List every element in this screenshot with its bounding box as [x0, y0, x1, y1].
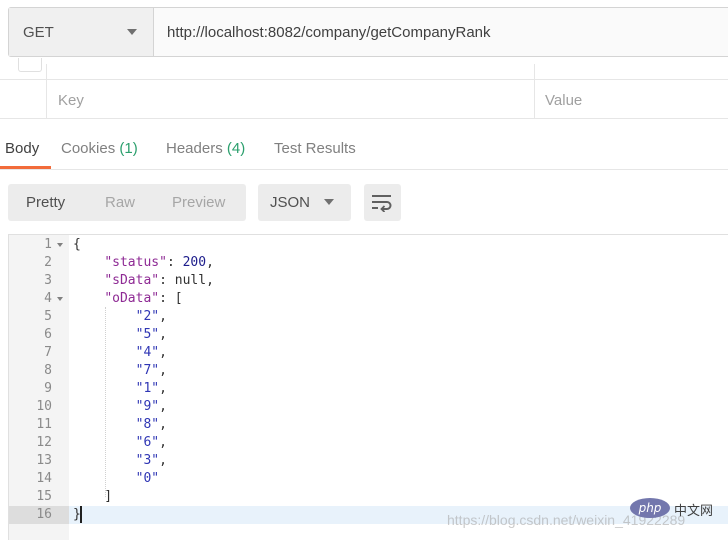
- code-line: 5 "2",: [9, 308, 728, 326]
- tab-count: (1): [119, 140, 138, 157]
- line-number: 14: [36, 471, 52, 486]
- fold-arrow-icon[interactable]: [57, 243, 63, 247]
- code-text: "7",: [135, 363, 167, 378]
- php-logo: php: [630, 498, 670, 518]
- code-text: "oData": [: [104, 291, 183, 306]
- line-number: 2: [44, 255, 52, 270]
- divider: [534, 64, 535, 119]
- view-raw-button[interactable]: Raw: [105, 194, 135, 211]
- code-text: "9",: [135, 399, 167, 414]
- code-text: "0": [135, 471, 160, 486]
- format-select[interactable]: JSON: [258, 184, 351, 221]
- code-line: 9 "1",: [9, 380, 728, 398]
- request-bar: GET http://localhost:8082/company/getCom…: [8, 7, 728, 57]
- code-text: "6",: [135, 435, 167, 450]
- code-line: 2 "status": 200,: [9, 254, 728, 272]
- line-number: 3: [44, 273, 52, 288]
- divider: [46, 64, 47, 119]
- code-text: "5",: [135, 327, 167, 342]
- code-line: 1{: [9, 236, 728, 254]
- wrap-icon: [372, 195, 392, 212]
- code-text: "sData": null,: [104, 273, 214, 288]
- view-pretty-button[interactable]: Pretty: [26, 194, 65, 211]
- code-line: 10 "9",: [9, 398, 728, 416]
- code-line: 12 "6",: [9, 434, 728, 452]
- tab-cookies[interactable]: Cookies (1): [61, 140, 138, 157]
- code-line: 6 "5",: [9, 326, 728, 344]
- tab-label: Cookies: [61, 140, 116, 157]
- line-number: 7: [44, 345, 52, 360]
- line-number: 10: [36, 399, 52, 414]
- params-table: Key Value: [0, 58, 728, 119]
- code-line: 13 "3",: [9, 452, 728, 470]
- line-number: 12: [36, 435, 52, 450]
- tab-body[interactable]: Body: [5, 140, 39, 157]
- code-text: "8",: [135, 417, 167, 432]
- chevron-down-icon: [324, 199, 334, 205]
- value-input[interactable]: Value: [545, 92, 582, 109]
- tab-count: (4): [226, 140, 246, 157]
- view-mode-group: Pretty Raw Preview: [8, 184, 246, 221]
- response-body-editor[interactable]: 1{2 "status": 200, 3 "sData": null, 4 "oDa…: [8, 234, 728, 540]
- code-line: 11 "8",: [9, 416, 728, 434]
- code-text: "3",: [135, 453, 167, 468]
- url-text: http://localhost:8082/company/getCompany…: [167, 24, 491, 41]
- tab-test-results[interactable]: Test Results: [274, 140, 356, 157]
- tab-label: Body: [5, 140, 40, 157]
- line-number: 11: [36, 417, 52, 432]
- text-cursor: [80, 506, 82, 523]
- line-number: 13: [36, 453, 52, 468]
- line-number: 6: [44, 327, 52, 342]
- line-number: 15: [36, 489, 52, 504]
- tab-label: Test Results: [274, 140, 356, 157]
- format-label: JSON: [270, 194, 311, 211]
- fold-arrow-icon[interactable]: [57, 297, 63, 301]
- method-select[interactable]: GET: [9, 8, 154, 56]
- method-label: GET: [23, 24, 54, 41]
- active-tab-indicator: [0, 166, 51, 169]
- key-input[interactable]: Key: [58, 92, 84, 109]
- row-checkbox[interactable]: [18, 58, 42, 72]
- code-line: 14 "0": [9, 470, 728, 488]
- line-number: 9: [44, 381, 52, 396]
- chevron-down-icon: [127, 29, 137, 35]
- code-line: 15 ]: [9, 488, 728, 506]
- url-input[interactable]: http://localhost:8082/company/getCompany…: [155, 8, 728, 56]
- params-row: [0, 58, 728, 80]
- line-number: 8: [44, 363, 52, 378]
- line-number: 16: [9, 506, 69, 524]
- php-logo-suffix: 中文网: [674, 504, 714, 519]
- code-line: 7 "4",: [9, 344, 728, 362]
- code-text: "status": 200,: [104, 255, 214, 270]
- code-text: {: [73, 237, 81, 252]
- code-text: "4",: [135, 345, 167, 360]
- code-text: "1",: [135, 381, 167, 396]
- code-text: "2",: [135, 309, 167, 324]
- line-number: 5: [44, 309, 52, 324]
- response-tabs: Body Cookies (1) Headers (4) Test Result…: [0, 130, 728, 170]
- code-line: 4 "oData": [: [9, 290, 728, 308]
- view-preview-button[interactable]: Preview: [172, 194, 225, 211]
- tab-headers[interactable]: Headers (4): [166, 140, 245, 157]
- code-text: ]: [73, 489, 113, 504]
- code-line: 3 "sData": null,: [9, 272, 728, 290]
- code-line: 8 "7",: [9, 362, 728, 380]
- wrap-lines-button[interactable]: [364, 184, 401, 221]
- tab-label: Headers: [166, 140, 223, 157]
